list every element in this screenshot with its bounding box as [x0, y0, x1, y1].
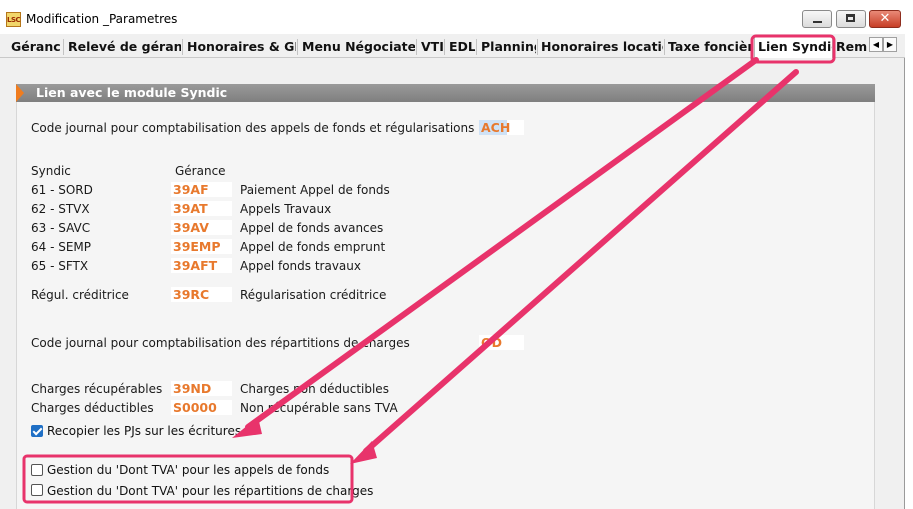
tab-divider: [664, 39, 665, 55]
window-title: Modification _Parametres: [26, 12, 178, 26]
section-header: Lien avec le module Syndic: [16, 84, 875, 102]
gerance-code-input[interactable]: 39AV: [171, 220, 232, 235]
gerance-code-input[interactable]: 39AT: [171, 201, 232, 216]
close-button[interactable]: ✕: [869, 10, 901, 28]
tab-remb[interactable]: Remb: [836, 37, 867, 57]
journal-description: Appels Travaux: [240, 202, 332, 216]
journal-description: Appel de fonds emprunt: [240, 240, 386, 254]
dont-tva-repartitions-checkbox[interactable]: [31, 484, 43, 496]
gerance-code-input[interactable]: 39AFT: [171, 258, 232, 273]
gerance-code-input[interactable]: 39EMP: [171, 239, 232, 254]
tab-divider: [63, 39, 64, 55]
section-arrow-icon: [16, 84, 24, 102]
syndic-code-label: 61 - SORD: [31, 183, 93, 197]
dont-tva-appels-checkbox[interactable]: [31, 464, 43, 476]
regul-description: Régularisation créditrice: [240, 288, 387, 302]
tab-divider: [416, 39, 417, 55]
journal-description: Paiement Appel de fonds: [240, 183, 390, 197]
tab-scroll-left-icon[interactable]: ◀: [869, 37, 883, 52]
regul-code-input[interactable]: 39RC: [171, 287, 232, 302]
journal-appels-input[interactable]: ACH: [479, 120, 510, 135]
tab-divider: [444, 39, 445, 55]
charges-description: Charges non déductibles: [240, 382, 389, 396]
maximize-icon: [846, 14, 855, 22]
minimize-icon: [813, 21, 822, 23]
syndic-code-label: 64 - SEMP: [31, 240, 92, 254]
regul-crediteur-label: Régul. créditrice: [31, 288, 129, 302]
gerance-code-input[interactable]: 39AF: [171, 182, 232, 197]
maximize-button[interactable]: [836, 10, 866, 28]
gerance-column-header: Gérance: [175, 164, 226, 178]
lien-syndic-panel: [16, 84, 875, 509]
title-bar: LSC Modification _Parametres ✕: [0, 0, 905, 34]
tab-menu-negociateur[interactable]: Menu Négociateur: [302, 37, 415, 57]
journal-repartitions-label: Code journal pour comptabilisation des r…: [31, 336, 410, 350]
tab-honoraires-location[interactable]: Honoraires location: [541, 37, 663, 57]
section-title: Lien avec le module Syndic: [36, 85, 228, 100]
charges-label: Charges déductibles: [31, 401, 154, 415]
close-icon: ✕: [879, 11, 891, 26]
syndic-code-label: 63 - SAVC: [31, 221, 91, 235]
tab-lien-syndic[interactable]: Lien Syndic: [754, 35, 833, 58]
tab-bar: Gérance Relevé de gérance Honoraires & G…: [0, 34, 905, 58]
charges-description: Non récupérable sans TVA: [240, 401, 398, 415]
charges-code-input[interactable]: S0000: [171, 400, 232, 415]
journal-repartitions-input[interactable]: OD: [479, 335, 524, 350]
syndic-column-header: Syndic: [31, 164, 71, 178]
tab-gerance[interactable]: Gérance: [11, 37, 61, 57]
tab-vti[interactable]: VTI: [421, 37, 443, 57]
charges-label: Charges récupérables: [31, 382, 163, 396]
tab-divider: [182, 39, 183, 55]
tab-honoraires-grl[interactable]: Honoraires & GRL: [187, 37, 296, 57]
recopier-pjs-checkbox[interactable]: [31, 425, 43, 437]
tab-edl[interactable]: EDL: [449, 37, 475, 57]
minimize-button[interactable]: [802, 10, 832, 28]
tab-taxe-fonciere[interactable]: Taxe foncière: [668, 37, 752, 57]
charges-code-input[interactable]: 39ND: [171, 381, 232, 396]
journal-description: Appel de fonds avances: [240, 221, 384, 235]
tab-divider: [537, 39, 538, 55]
app-logo-icon: LSC: [6, 12, 21, 27]
syndic-code-label: 65 - SFTX: [31, 259, 89, 273]
syndic-code-label: 62 - STVX: [31, 202, 90, 216]
tab-releve-de-gerance[interactable]: Relevé de gérance: [68, 37, 181, 57]
journal-description: Appel fonds travaux: [240, 259, 361, 273]
tab-scroll-right-icon[interactable]: ▶: [883, 37, 897, 52]
journal-appels-label: Code journal pour comptabilisation des a…: [31, 121, 475, 135]
tab-divider: [297, 39, 298, 55]
tab-planning[interactable]: Planning: [481, 37, 536, 57]
tab-divider: [476, 39, 477, 55]
recopier-pjs-label: Recopier les PJs sur les écritures: [47, 424, 242, 438]
dont-tva-appels-label: Gestion du 'Dont TVA' pour les appels de…: [47, 463, 330, 477]
modification-parametres-window: LSC Modification _Parametres ✕ Gérance R…: [0, 0, 905, 509]
dont-tva-repartitions-label: Gestion du 'Dont TVA' pour les répartiti…: [47, 484, 374, 498]
